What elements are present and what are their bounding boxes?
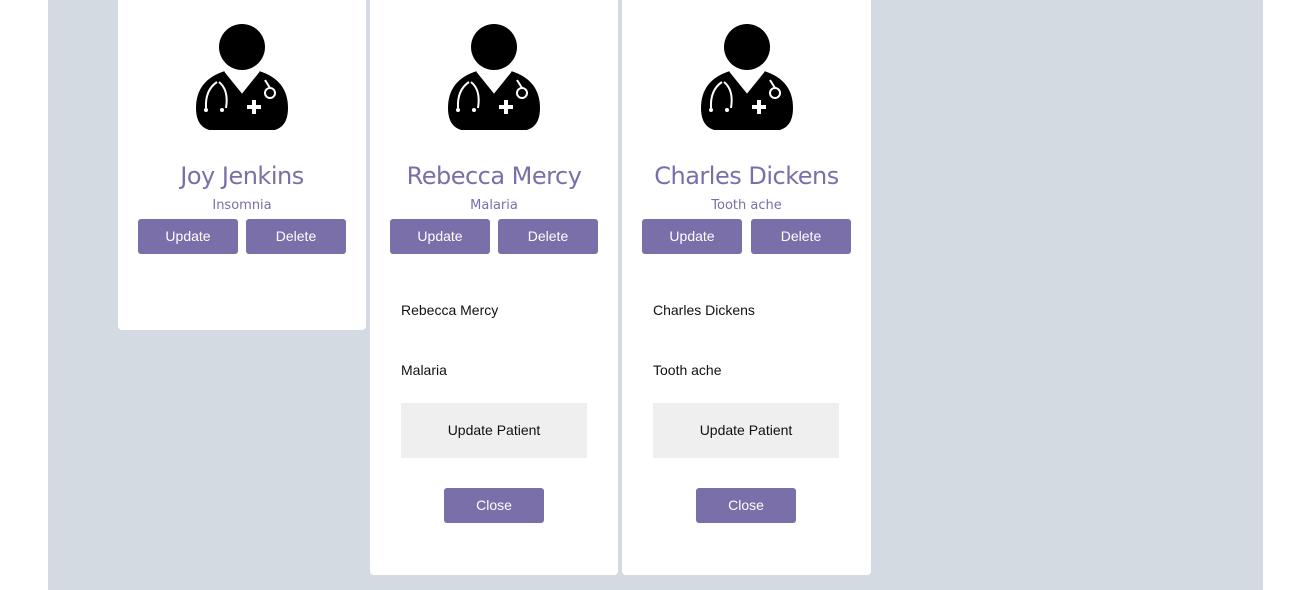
- patient-card: Joy Jenkins Insomnia Update Delete: [118, 0, 366, 330]
- form-name-field[interactable]: Rebecca Mercy: [401, 302, 498, 318]
- close-button[interactable]: Close: [444, 488, 544, 523]
- doctor-icon: [700, 24, 793, 130]
- update-button[interactable]: Update: [642, 219, 742, 254]
- update-patient-button[interactable]: Update Patient: [401, 403, 587, 458]
- patient-name: Rebecca Mercy: [406, 162, 582, 190]
- update-patient-button[interactable]: Update Patient: [653, 403, 839, 458]
- form-name-field[interactable]: Charles Dickens: [653, 302, 755, 318]
- delete-button[interactable]: Delete: [751, 219, 851, 254]
- patient-name: Charles Dickens: [654, 162, 839, 190]
- form-ailment-field[interactable]: Tooth ache: [653, 362, 722, 378]
- update-button[interactable]: Update: [138, 219, 238, 254]
- patient-name: Joy Jenkins: [180, 162, 304, 190]
- doctor-icon: [448, 24, 540, 130]
- form-ailment-field[interactable]: Malaria: [401, 362, 447, 378]
- delete-button[interactable]: Delete: [246, 219, 346, 254]
- patient-card: Charles Dickens Tooth ache Update Delete…: [622, 0, 871, 575]
- patient-ailment: Insomnia: [212, 198, 272, 213]
- patient-ailment: Malaria: [470, 198, 518, 213]
- patients-panel: Joy Jenkins Insomnia Update Delete Rebec…: [48, 0, 1263, 590]
- patient-card: Rebecca Mercy Malaria Update Delete Rebe…: [370, 0, 618, 575]
- close-button[interactable]: Close: [696, 488, 796, 523]
- doctor-icon: [196, 24, 288, 130]
- update-button[interactable]: Update: [390, 219, 490, 254]
- delete-button[interactable]: Delete: [498, 219, 598, 254]
- patient-ailment: Tooth ache: [711, 198, 782, 213]
